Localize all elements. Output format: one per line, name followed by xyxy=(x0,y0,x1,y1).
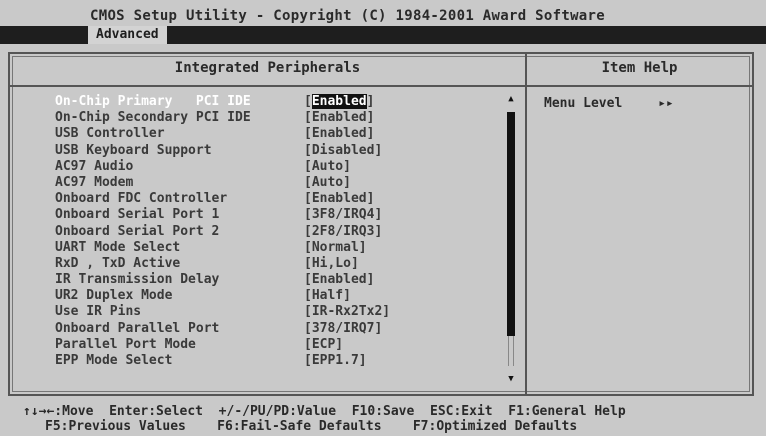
setting-row[interactable]: EPP Mode Select [EPP1.7] xyxy=(55,353,495,369)
setting-row[interactable]: On-Chip Secondary PCI IDE [Enabled] xyxy=(55,110,495,126)
setting-label: Onboard Serial Port 1 xyxy=(55,207,220,223)
setting-row[interactable]: Onboard Serial Port 2 [2F8/IRQ3] xyxy=(55,224,495,240)
setting-row[interactable]: USB Keyboard Support [Disabled] xyxy=(55,143,495,159)
scroll-up-icon[interactable]: ▲ xyxy=(506,94,516,104)
setting-row[interactable]: USB Controller [Enabled] xyxy=(55,126,495,142)
setting-value[interactable]: [Half] xyxy=(304,288,351,304)
tab-advanced[interactable]: Advanced xyxy=(88,26,167,44)
setting-label: UR2 Duplex Mode xyxy=(55,288,173,304)
setting-row[interactable]: Onboard FDC Controller [Enabled] xyxy=(55,191,495,207)
setting-label: Parallel Port Mode xyxy=(55,336,196,352)
setting-row[interactable]: AC97 Audio [Auto] xyxy=(55,159,495,175)
settings-list: On-Chip Primary PCI IDE [Enabled] On-Chi… xyxy=(55,94,495,369)
selected-value: Enabled xyxy=(311,94,367,109)
setting-label: RxD , TxD Active xyxy=(55,255,181,271)
setting-value[interactable]: [Normal] xyxy=(304,240,367,256)
item-help: Menu Level ▸▸ xyxy=(544,96,674,111)
setting-label: Onboard Serial Port 2 xyxy=(55,223,220,239)
panel-divider-vertical xyxy=(525,52,527,396)
setting-value[interactable]: [Disabled] xyxy=(304,143,382,159)
setting-label: Onboard Parallel Port xyxy=(55,320,220,336)
setting-row[interactable]: IR Transmission Delay [Enabled] xyxy=(55,272,495,288)
scroll-thumb[interactable] xyxy=(507,112,515,336)
setting-value[interactable]: [3F8/IRQ4] xyxy=(304,207,382,223)
setting-row[interactable]: Onboard Parallel Port [378/IRQ7] xyxy=(55,321,495,337)
key-legend-line-2: F5:Previous Values F6:Fail-Safe Defaults… xyxy=(45,419,578,434)
setting-value[interactable]: [Enabled] xyxy=(304,94,374,110)
setting-label: Use IR Pins xyxy=(55,304,142,320)
setting-label: On-Chip Secondary PCI IDE xyxy=(55,110,251,126)
setting-value[interactable]: [Auto] xyxy=(304,175,351,191)
setting-value[interactable]: [2F8/IRQ3] xyxy=(304,224,382,240)
setting-value[interactable]: [Enabled] xyxy=(304,126,374,142)
setting-row[interactable]: Use IR Pins [IR-Rx2Tx2] xyxy=(55,304,495,320)
setting-label: AC97 Audio xyxy=(55,158,134,174)
setting-label: AC97 Modem xyxy=(55,174,134,190)
setting-label: EPP Mode Select xyxy=(55,353,173,368)
setting-label: USB Controller xyxy=(55,126,165,142)
setting-value[interactable]: [Enabled] xyxy=(304,191,374,207)
help-title: Item Help xyxy=(601,60,678,76)
setting-value[interactable]: [Auto] xyxy=(304,159,351,175)
panel-divider-horizontal xyxy=(8,85,754,87)
menu-level-arrows-icon: ▸▸ xyxy=(658,96,674,111)
setting-value[interactable]: [378/IRQ7] xyxy=(304,321,382,337)
setting-row[interactable]: UR2 Duplex Mode [Half] xyxy=(55,288,495,304)
setting-row[interactable]: On-Chip Primary PCI IDE [Enabled] xyxy=(55,94,495,110)
setting-label: USB Keyboard Support xyxy=(55,142,212,158)
key-legend-line-1: ↑↓→←:Move Enter:Select +/-/PU/PD:Value F… xyxy=(23,404,626,419)
setting-label: UART Mode Select xyxy=(55,239,181,255)
setting-value[interactable]: [ECP] xyxy=(304,337,343,353)
setting-value[interactable]: [Enabled] xyxy=(304,110,374,126)
setting-value[interactable]: [IR-Rx2Tx2] xyxy=(304,304,390,320)
setting-value[interactable]: [Enabled] xyxy=(304,272,374,288)
panel-title: Integrated Peripherals xyxy=(174,60,361,76)
scroll-down-icon[interactable]: ▼ xyxy=(506,374,516,384)
scrollbar[interactable]: ▲ ▼ xyxy=(506,94,516,384)
setting-value[interactable]: [EPP1.7] xyxy=(304,353,367,369)
setting-label: On-Chip Primary PCI IDE xyxy=(55,94,251,109)
setting-value[interactable]: [Hi,Lo] xyxy=(304,256,359,272)
setting-row[interactable]: Parallel Port Mode [ECP] xyxy=(55,337,495,353)
setting-row[interactable]: AC97 Modem [Auto] xyxy=(55,175,495,191)
setting-row[interactable]: UART Mode Select [Normal] xyxy=(55,240,495,256)
setting-row[interactable]: RxD , TxD Active [Hi,Lo] xyxy=(55,256,495,272)
menu-level-label: Menu Level xyxy=(544,96,623,111)
setting-label: Onboard FDC Controller xyxy=(55,191,228,207)
setting-label: IR Transmission Delay xyxy=(55,272,220,288)
setting-row[interactable]: Onboard Serial Port 1 [3F8/IRQ4] xyxy=(55,207,495,223)
window-title: CMOS Setup Utility - Copyright (C) 1984-… xyxy=(90,8,605,24)
